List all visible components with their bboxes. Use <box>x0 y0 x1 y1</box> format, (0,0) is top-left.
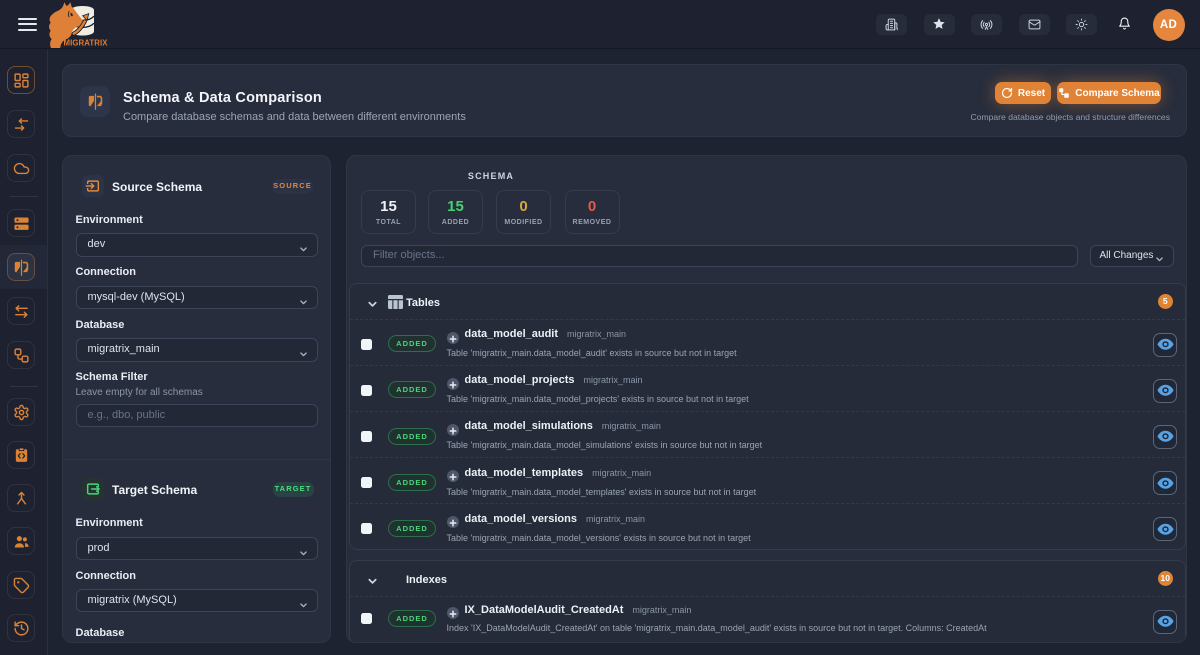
svg-text:MIGRATRIX: MIGRATRIX <box>64 39 109 48</box>
